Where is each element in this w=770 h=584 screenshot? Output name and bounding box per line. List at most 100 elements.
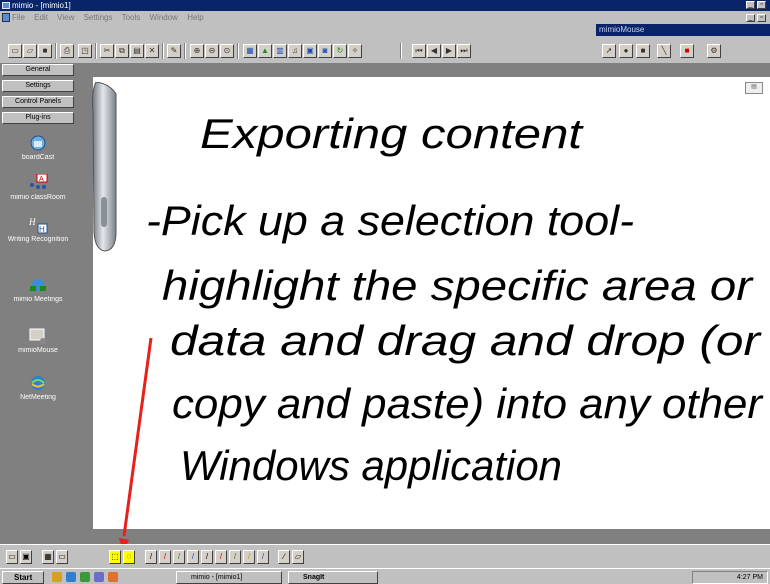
media-icon[interactable] <box>94 572 104 582</box>
open-folder-icon[interactable]: ▱ <box>23 44 37 58</box>
plugin-label: Writing Recognition <box>7 236 69 243</box>
photo-icon[interactable]: ▣ <box>303 44 317 58</box>
document-icon[interactable] <box>2 13 10 22</box>
lasso-tool-icon[interactable]: ◌ <box>123 550 135 564</box>
toolbar-separator <box>95 43 97 59</box>
rectangle-icon[interactable]: ■ <box>636 44 650 58</box>
recognize-icon[interactable]: ♫ <box>288 44 302 58</box>
drawing-toolbar: ▭ ▣ ▦ ▭ ⬚ ◌ / / / / / / / / / ∕ ▱ <box>0 544 770 568</box>
pen-thick-black-icon[interactable]: / <box>201 550 213 564</box>
copy-icon[interactable]: ⧉ <box>115 44 129 58</box>
sidebar-general-button[interactable]: General <box>2 64 74 76</box>
mimiomouse-panel-title[interactable]: mimioMouse <box>596 24 770 36</box>
plugin-mimiomouse[interactable]: mimioMouse <box>0 327 76 354</box>
mouse-click-icon[interactable]: ● <box>619 44 633 58</box>
plugin-label: NetMeeting <box>20 394 56 401</box>
zoom-in-icon[interactable]: ⊕ <box>190 44 204 58</box>
menu-bar: File Edit View Settings Tools Window Hel… <box>0 11 770 24</box>
system-tray: 4:27 PM <box>692 571 768 584</box>
classroom-icon: A <box>28 173 48 192</box>
boardcast-icon <box>28 134 48 152</box>
print-preview-icon[interactable]: ◳ <box>78 44 92 58</box>
pen-tool-icon[interactable]: ✎ <box>167 44 181 58</box>
writing-recognition-icon: HH <box>28 216 48 234</box>
menu-help[interactable]: Help <box>187 13 203 22</box>
highlighter-icon[interactable]: / <box>243 550 255 564</box>
settings-dropdown-icon[interactable]: ⚙ <box>707 44 721 58</box>
taskbar: Start mimio - [mimio1] SnagIt 4:27 PM <box>0 568 770 584</box>
eraser-icon[interactable]: ▱ <box>292 550 304 564</box>
save-small-icon[interactable]: ▣ <box>20 550 32 564</box>
cut-icon[interactable]: ✂ <box>100 44 114 58</box>
quicklaunch-icon[interactable] <box>108 572 118 582</box>
layout-icon[interactable]: ▥ <box>273 44 287 58</box>
plugin-writing-recognition[interactable]: HH Writing Recognition <box>0 216 76 243</box>
line-tool-icon[interactable]: ╲ <box>657 44 671 58</box>
browser-icon[interactable] <box>66 572 76 582</box>
pen-thick-red-icon[interactable]: / <box>215 550 227 564</box>
zoom-fit-icon[interactable]: ⊙ <box>220 44 234 58</box>
mimio-capture-bar-icon <box>91 82 117 252</box>
grid-view-icon[interactable]: ▦ <box>42 550 54 564</box>
sidebar-control-panels-button[interactable]: Control Panels <box>2 96 74 108</box>
paste-icon[interactable]: ▤ <box>130 44 144 58</box>
plugin-label: mimio Meetings <box>13 296 63 303</box>
page-view-icon[interactable]: ▭ <box>56 550 68 564</box>
task-mimio[interactable]: mimio - [mimio1] <box>176 571 282 584</box>
doc-restore-icon[interactable]: ▫ <box>757 14 766 22</box>
delete-icon[interactable]: ✕ <box>145 44 159 58</box>
line-icon[interactable]: ∕ <box>278 550 290 564</box>
menu-view[interactable]: View <box>57 13 74 22</box>
next-page-icon[interactable]: ▶ <box>442 44 456 58</box>
window-titlebar[interactable]: mimio - [mimio1] _ ▫ <box>0 0 770 11</box>
maximize-icon[interactable]: ▫ <box>757 1 766 9</box>
zoom-out-icon[interactable]: ⊖ <box>205 44 219 58</box>
task-snagit[interactable]: SnagIt <box>288 571 378 584</box>
capture-icon[interactable]: ◙ <box>318 44 332 58</box>
plugin-netmeeting[interactable]: NetMeeting <box>0 374 76 401</box>
pen-blue-icon[interactable]: / <box>187 550 199 564</box>
menu-tools[interactable]: Tools <box>122 13 141 22</box>
sidebar-settings-button[interactable]: Settings <box>2 80 74 92</box>
menu-file[interactable]: File <box>12 13 25 22</box>
last-page-icon[interactable]: ⏭ <box>457 44 471 58</box>
doc-minimize-icon[interactable]: _ <box>746 14 755 22</box>
whiteboard-page[interactable] <box>93 77 770 529</box>
mimiomouse-icon <box>28 327 48 345</box>
refresh-icon[interactable]: ↻ <box>333 44 347 58</box>
pen-green-icon[interactable]: / <box>173 550 185 564</box>
print-icon[interactable]: ⎙ <box>60 44 74 58</box>
menu-settings[interactable]: Settings <box>84 13 113 22</box>
new-document-icon[interactable]: ▭ <box>8 44 22 58</box>
first-page-icon[interactable]: ⏮ <box>412 44 426 58</box>
svg-text:H: H <box>39 225 45 234</box>
grid-icon[interactable]: ▦ <box>243 44 257 58</box>
plugin-label: mimio classRoom <box>10 194 66 201</box>
pen-thick-green-icon[interactable]: / <box>229 550 241 564</box>
chart-icon[interactable]: ▲ <box>258 44 272 58</box>
task-label: mimio - [mimio1] <box>191 574 243 581</box>
frame-icon[interactable]: ▭ <box>6 550 18 564</box>
plugin-meetings[interactable]: mimio Meetings <box>0 276 76 303</box>
page-thumbnail-icon[interactable]: ▤ <box>745 82 763 94</box>
start-button[interactable]: Start <box>2 571 44 584</box>
menu-edit[interactable]: Edit <box>34 13 48 22</box>
plugin-boardcast[interactable]: boardCast <box>0 134 76 161</box>
previous-page-icon[interactable]: ◀ <box>427 44 441 58</box>
plugin-label: boardCast <box>21 154 55 161</box>
outlook-icon[interactable] <box>80 572 90 582</box>
pointer-icon[interactable]: ➚ <box>602 44 616 58</box>
minimize-icon[interactable]: _ <box>746 1 755 9</box>
selection-tool-icon[interactable]: ⬚ <box>109 550 121 564</box>
pen-red-icon[interactable]: / <box>159 550 171 564</box>
desktop-icon[interactable] <box>52 572 62 582</box>
sidebar-plugins-button[interactable]: Plug-ins <box>2 112 74 124</box>
pen-thick-blue-icon[interactable]: / <box>257 550 269 564</box>
color-picker-icon[interactable]: ■ <box>680 44 694 58</box>
save-icon[interactable]: ■ <box>38 44 52 58</box>
clear-icon[interactable]: ✧ <box>348 44 362 58</box>
menu-window[interactable]: Window <box>150 13 178 22</box>
mimiomouse-panel-label: mimioMouse <box>599 25 645 34</box>
plugin-classroom[interactable]: A mimio classRoom <box>0 173 76 201</box>
pen-black-icon[interactable]: / <box>145 550 157 564</box>
